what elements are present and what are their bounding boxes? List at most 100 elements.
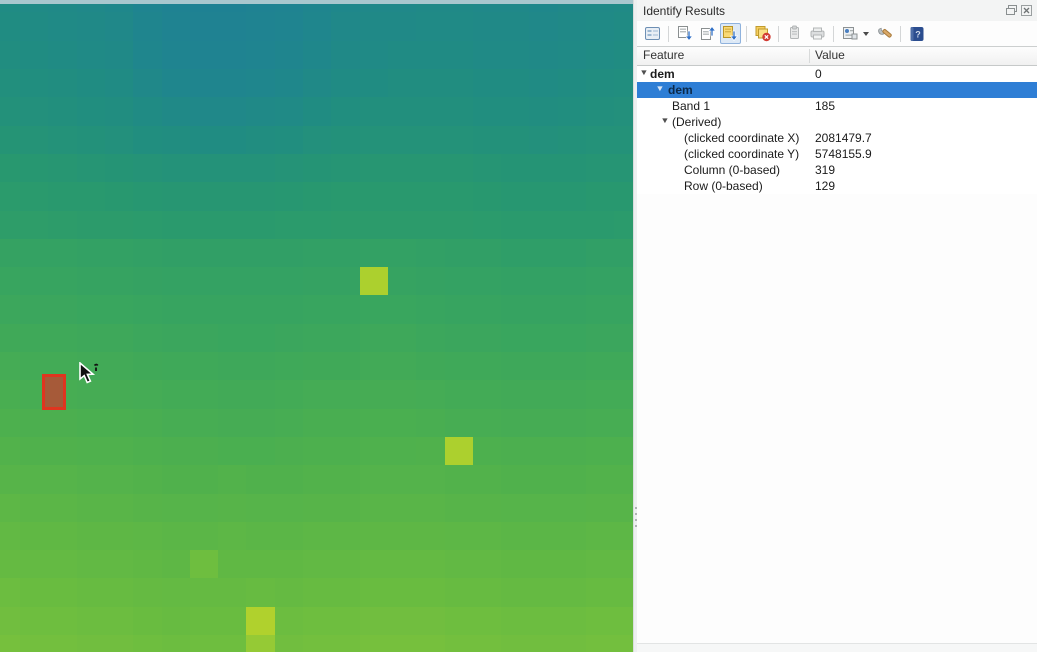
raster-cell [445, 97, 474, 126]
help-button[interactable]: ? [906, 23, 927, 44]
raster-cell [501, 380, 530, 409]
raster-cell [501, 465, 530, 494]
raster-cell [0, 41, 21, 70]
raster-cell [529, 352, 558, 381]
identify-mode-dropdown-caret[interactable] [863, 32, 869, 36]
raster-cell [275, 126, 304, 155]
close-panel-button[interactable] [1020, 4, 1033, 17]
raster-cell [445, 550, 474, 579]
raster-cell [0, 126, 21, 155]
expand-tree-button[interactable] [674, 23, 695, 44]
raster-cell [162, 494, 191, 523]
raster-cell [614, 267, 633, 296]
raster-cell [20, 409, 49, 438]
raster-cell [218, 635, 247, 652]
map-canvas[interactable] [0, 0, 633, 652]
raster-cell [162, 182, 191, 211]
raster-cell [445, 409, 474, 438]
expand-new-results-button[interactable] [720, 23, 741, 44]
raster-cell [331, 352, 360, 381]
column-header-value[interactable]: Value [815, 48, 845, 62]
result-row[interactable]: Band 1185 [637, 98, 1037, 114]
raster-cell [190, 69, 219, 98]
help-icon: ? [909, 26, 925, 42]
raster-cell [586, 211, 615, 240]
result-row[interactable]: ▼dem [637, 82, 1037, 98]
raster-cell [77, 239, 106, 268]
column-divider[interactable] [809, 49, 810, 63]
raster-cell [48, 267, 77, 296]
raster-cell [586, 41, 615, 70]
form-view-button[interactable] [642, 23, 663, 44]
raster-cell [190, 211, 219, 240]
result-row[interactable]: (clicked coordinate Y)5748155.9 [637, 146, 1037, 162]
raster-cell [416, 324, 445, 353]
raster-cell [105, 239, 134, 268]
raster-cell [529, 380, 558, 409]
raster-cell [586, 380, 615, 409]
raster-cell [246, 437, 275, 466]
raster-cell [614, 409, 633, 438]
raster-cell [388, 352, 417, 381]
expander-triangle-icon[interactable]: ▼ [655, 84, 664, 93]
panel-splitter[interactable] [633, 0, 637, 652]
raster-cell [105, 97, 134, 126]
raster-cell [77, 635, 106, 652]
raster-cell [105, 635, 134, 652]
raster-cell [190, 267, 219, 296]
raster-cell [473, 12, 502, 41]
identify-mode-button[interactable] [839, 23, 860, 44]
identify-results-panel: Identify Results [637, 0, 1037, 652]
raster-cell [20, 12, 49, 41]
raster-cell [614, 324, 633, 353]
raster-cell [614, 41, 633, 70]
raster-cell [20, 97, 49, 126]
raster-cell [416, 635, 445, 652]
feature-value: 5748155.9 [815, 147, 872, 161]
feature-value: 185 [815, 99, 835, 113]
column-header-feature[interactable]: Feature [643, 48, 684, 62]
result-row[interactable]: ▼(Derived) [637, 114, 1037, 130]
print-response-icon [809, 25, 826, 42]
raster-cell [20, 126, 49, 155]
raster-cell [303, 437, 332, 466]
result-row[interactable]: Column (0-based)319 [637, 162, 1037, 178]
raster-cell [246, 211, 275, 240]
raster-cell [0, 211, 21, 240]
identify-settings-button[interactable] [874, 23, 895, 44]
raster-cell [105, 437, 134, 466]
result-row[interactable]: Row (0-based)129 [637, 178, 1037, 194]
horizontal-scrollbar[interactable] [637, 643, 1037, 652]
raster-cell [77, 126, 106, 155]
raster-cell [614, 550, 633, 579]
feature-value: 0 [815, 67, 822, 81]
raster-cell [77, 41, 106, 70]
raster-cell [303, 267, 332, 296]
raster-cell [445, 267, 474, 296]
raster-cell [529, 550, 558, 579]
collapse-tree-button[interactable] [697, 23, 718, 44]
raster-cell [190, 182, 219, 211]
raster-cell [246, 182, 275, 211]
clear-results-button[interactable] [752, 23, 773, 44]
raster-cell [614, 522, 633, 551]
raster-cell [133, 324, 162, 353]
raster-cell [77, 409, 106, 438]
float-panel-button[interactable] [1005, 4, 1018, 17]
expander-triangle-icon[interactable]: ▼ [639, 68, 648, 77]
print-response-button[interactable] [807, 23, 828, 44]
raster-cell [558, 182, 587, 211]
raster-cell [0, 522, 21, 551]
raster-cell [445, 295, 474, 324]
result-row[interactable]: ▼dem0 [637, 66, 1037, 82]
raster-cell [558, 550, 587, 579]
raster-cell [275, 465, 304, 494]
copy-feature-button[interactable] [784, 23, 805, 44]
raster-cell [48, 295, 77, 324]
raster-cell [586, 182, 615, 211]
expander-triangle-icon[interactable]: ▼ [660, 116, 669, 125]
raster-cell [303, 465, 332, 494]
result-row[interactable]: (clicked coordinate X)2081479.7 [637, 130, 1037, 146]
raster-cell [20, 295, 49, 324]
raster-cell [275, 578, 304, 607]
